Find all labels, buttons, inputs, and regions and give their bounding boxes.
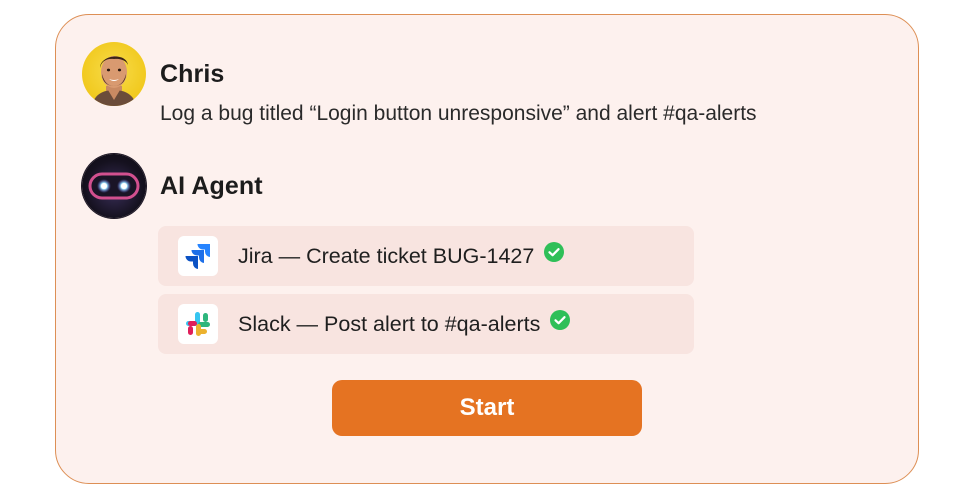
check-circle-icon xyxy=(544,242,565,268)
action-text: Slack — Post alert to #qa-alerts xyxy=(238,310,571,338)
check-circle-icon xyxy=(550,310,571,336)
agent-avatar xyxy=(82,154,146,218)
user-avatar xyxy=(82,42,146,106)
user-name: Chris xyxy=(160,60,225,88)
agent-name: AI Agent xyxy=(160,172,263,200)
slack-icon xyxy=(178,304,218,344)
jira-icon xyxy=(178,236,218,276)
action-item-slack: Slack — Post alert to #qa-alerts xyxy=(158,294,694,354)
start-button[interactable]: Start xyxy=(332,380,642,436)
user-message: Log a bug titled “Login button unrespons… xyxy=(160,102,757,125)
action-text: Jira — Create ticket BUG-1427 xyxy=(238,242,565,270)
action-item-jira: Jira — Create ticket BUG-1427 xyxy=(158,226,694,286)
